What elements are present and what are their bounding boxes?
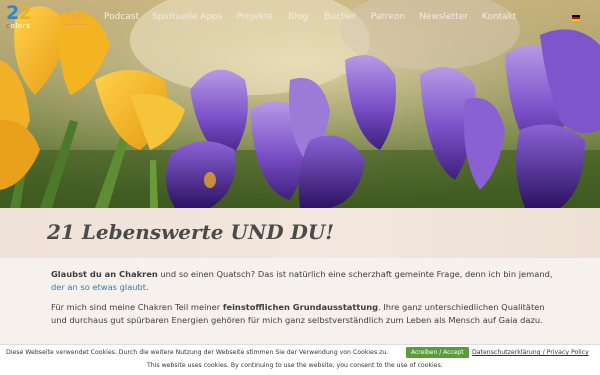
nav-item-spirituelle-apps[interactable]: Spirituelle Apps bbox=[152, 12, 223, 25]
cookie-accept-button[interactable]: Acreiben / Accept bbox=[406, 347, 469, 358]
site-logo[interactable]: 22 colors bbox=[6, 4, 48, 32]
nav-item-start[interactable]: Start bbox=[66, 12, 88, 25]
p2-bold: feinstofflichen Grundausstattung bbox=[222, 302, 379, 312]
flag-icon[interactable] bbox=[572, 15, 580, 21]
paragraph-2: Für mich sind meine Chakren Teil meiner … bbox=[51, 301, 556, 326]
logo-digit-1: 2 bbox=[6, 2, 19, 24]
p1-bold: Glaubst du an Chakren bbox=[51, 269, 158, 279]
nav-item-newsletter[interactable]: Newsletter bbox=[419, 12, 468, 25]
logo-word-rest: olors bbox=[10, 22, 31, 30]
cookie-text-en: This website uses cookies. By continuing… bbox=[147, 362, 443, 369]
nav-item-blog[interactable]: Blog bbox=[288, 12, 308, 25]
cookie-text-de: Diese Webseite verwendet Cookies. Durch … bbox=[6, 349, 389, 356]
privacy-policy-link[interactable]: Datenschutzerklärung / Privacy Policy bbox=[472, 349, 589, 356]
cookie-banner: Diese Webseite verwendet Cookies. Durch … bbox=[0, 344, 600, 375]
logo-digits: 22 bbox=[6, 4, 48, 23]
p2-start: Für mich sind meine Chakren Teil meiner bbox=[51, 302, 223, 312]
inline-link-glaubt[interactable]: der an so etwas glaubt bbox=[51, 282, 146, 292]
article-content: Glaubst du an Chakren und so einen Quats… bbox=[51, 268, 556, 334]
logo-wordmark: colors bbox=[6, 22, 48, 30]
nav-item-buecher[interactable]: Bücher bbox=[324, 12, 356, 25]
p1-text: und so einen Quatsch? Das ist natürlich … bbox=[157, 269, 553, 279]
nav-item-kontakt[interactable]: Kontakt bbox=[482, 12, 516, 25]
nav-item-projekte[interactable]: Projekte bbox=[237, 12, 274, 25]
logo-digit-2: 2 bbox=[18, 2, 31, 24]
nav-item-patreon[interactable]: Patreon bbox=[371, 12, 405, 25]
page-title: 21 Lebenswerte UND DU! bbox=[47, 220, 335, 244]
paragraph-1: Glaubst du an Chakren und so einen Quats… bbox=[51, 268, 556, 293]
nav-item-podcast[interactable]: Podcast bbox=[104, 12, 139, 25]
top-navigation-bar: 22 colors Start Podcast Spirituelle Apps… bbox=[0, 0, 600, 36]
p1-end: . bbox=[146, 281, 149, 292]
main-menu: Start Podcast Spirituelle Apps Projekte … bbox=[66, 12, 516, 25]
